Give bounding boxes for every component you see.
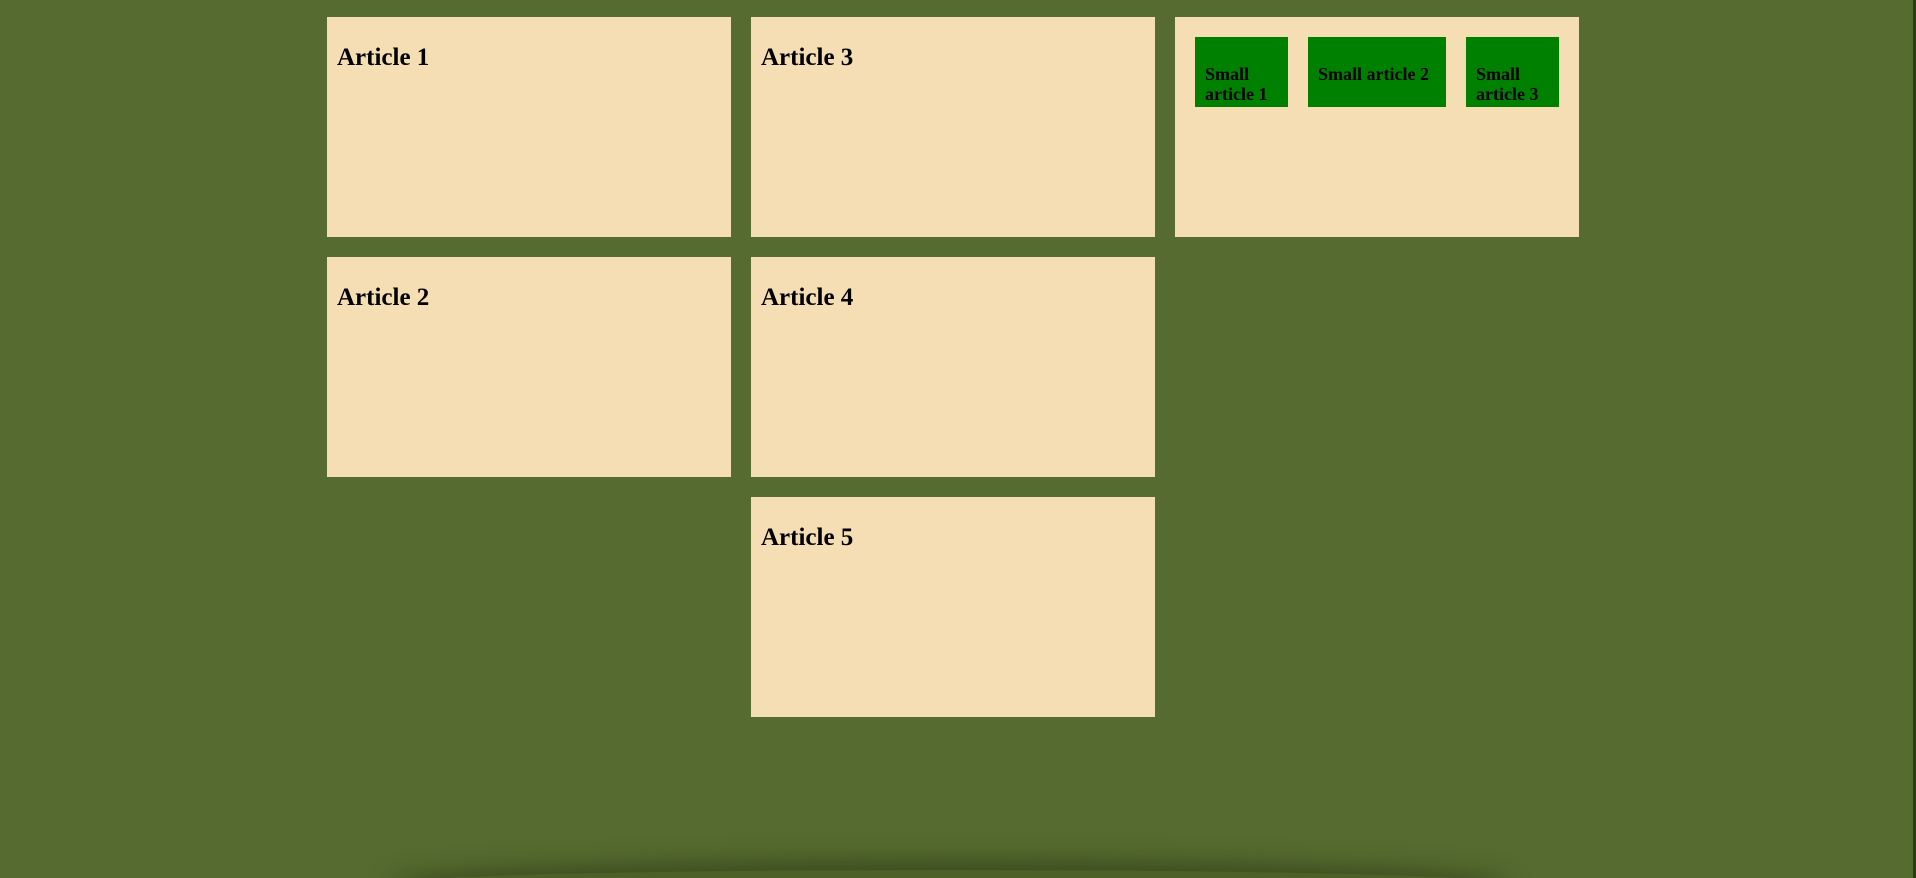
article-card-3: Article 3 [751, 17, 1155, 237]
small-article-title: Small article 3 [1476, 64, 1539, 104]
small-article-card-2: Small article 2 [1308, 37, 1446, 107]
small-article-title: Small article 2 [1318, 64, 1429, 84]
article-title: Article 3 [761, 44, 854, 71]
article-card-5: Article 5 [751, 497, 1155, 717]
article-card-1: Article 1 [327, 17, 731, 237]
article-card-4: Article 4 [751, 257, 1155, 477]
article-title: Article 2 [337, 284, 430, 311]
page: Article 1 Article 2 Article 3 Article 4 … [0, 0, 1916, 878]
article-card-2: Article 2 [327, 257, 731, 477]
bottom-shadow [400, 870, 1500, 878]
small-article-card-3: Small article 3 [1466, 37, 1559, 107]
small-articles-container: Small article 1 Small article 2 Small ar… [1175, 17, 1579, 237]
small-article-title: Small article 1 [1205, 64, 1268, 104]
article-title: Article 4 [761, 284, 854, 311]
article-title: Article 1 [337, 44, 430, 71]
small-article-card-1: Small article 1 [1195, 37, 1288, 107]
article-title: Article 5 [761, 524, 854, 551]
